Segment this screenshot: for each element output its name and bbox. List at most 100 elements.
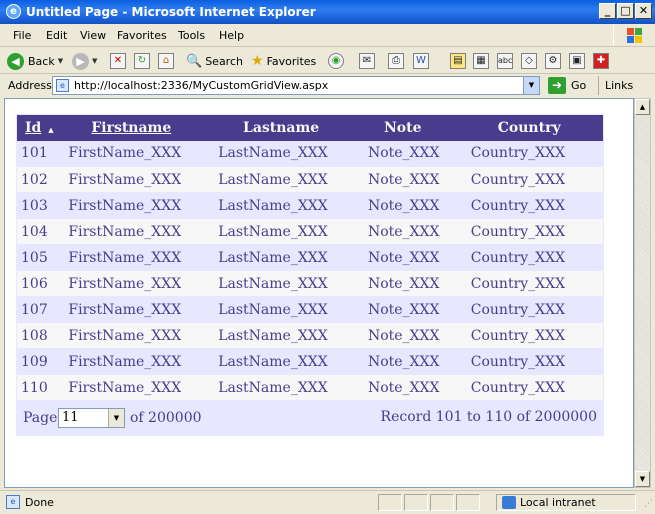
menu-tools[interactable]: Tools	[178, 29, 205, 42]
go-arrow-icon: ➜	[548, 77, 566, 94]
scroll-down-icon[interactable]: ▼	[635, 471, 650, 487]
forward-arrow-icon: ▶	[72, 52, 89, 70]
custom-grid-view: Id ▲ Firstname Lastname Note Country 101…	[16, 114, 604, 436]
cell-country: Country_XXX	[462, 140, 604, 167]
table-row[interactable]: 101 FirstName_XXX LastName_XXX Note_XXX Coun…	[16, 140, 604, 167]
home-icon[interactable]: ⌂	[158, 53, 174, 69]
refresh-icon[interactable]: ↻	[134, 53, 150, 69]
security-zone: Local intranet	[520, 496, 596, 509]
table-row[interactable]: 103 FirstName_XXX LastName_XXX Note_XXX Coun…	[16, 192, 604, 219]
search-label: Search	[205, 54, 243, 68]
maximize-button[interactable]: □	[617, 3, 634, 19]
mail-icon[interactable]: ✉	[359, 53, 375, 69]
media-icon[interactable]: ◉	[328, 53, 344, 69]
notes-icon[interactable]: ▤	[450, 53, 466, 69]
cell-firstname: FirstName_XXX	[56, 348, 207, 375]
menu-help[interactable]: Help	[219, 29, 244, 42]
word-icon[interactable]: W	[413, 53, 429, 69]
address-label: Address	[8, 79, 52, 92]
menu-favorites[interactable]: Favorites	[117, 29, 167, 42]
cell-country: Country_XXX	[462, 218, 604, 245]
cell-id: 105	[16, 244, 57, 271]
cell-note: Note_XXX	[355, 296, 463, 323]
cell-lastname: LastName_XXX	[206, 374, 356, 401]
vertical-scrollbar[interactable]: ▲ ▼	[634, 98, 651, 488]
sort-firstname-link[interactable]: Firstname	[91, 120, 171, 136]
links-button[interactable]: Links	[598, 76, 633, 95]
cell-id: 106	[16, 270, 57, 297]
toolbar: ◀ Back ▼ ▶ ▼ ✕ ↻ ⌂ 🔍 Search ★ Favorites …	[0, 48, 655, 74]
close-button[interactable]: ✕	[635, 3, 652, 19]
cell-note: Note_XXX	[355, 322, 463, 349]
status-pane	[430, 494, 454, 511]
research-icon[interactable]: ▦	[473, 53, 489, 69]
table-row[interactable]: 110 FirstName_XXX LastName_XXX Note_XXX Coun…	[16, 374, 604, 401]
ie-logo-icon: e	[6, 4, 21, 19]
status-pane	[404, 494, 428, 511]
table-row[interactable]: 108 FirstName_XXX LastName_XXX Note_XXX Coun…	[16, 322, 604, 349]
cell-firstname: FirstName_XXX	[56, 296, 207, 323]
view-source-icon[interactable]: ◇	[521, 53, 537, 69]
cell-lastname: LastName_XXX	[206, 348, 356, 375]
cell-country: Country_XXX	[462, 296, 604, 323]
cell-lastname: LastName_XXX	[206, 218, 356, 245]
table-row[interactable]: 109 FirstName_XXX LastName_XXX Note_XXX Coun…	[16, 348, 604, 375]
table-row[interactable]: 105 FirstName_XXX LastName_XXX Note_XXX Coun…	[16, 244, 604, 271]
cell-note: Note_XXX	[355, 348, 463, 375]
messenger-icon[interactable]: ✚	[593, 53, 609, 69]
cell-country: Country_XXX	[462, 192, 604, 219]
spell-check-icon[interactable]: abc	[497, 53, 513, 69]
table-row[interactable]: 107 FirstName_XXX LastName_XXX Note_XXX Coun…	[16, 296, 604, 323]
url-text[interactable]: http://localhost:2336/MyCustomGridView.a…	[74, 79, 328, 92]
cell-firstname: FirstName_XXX	[56, 374, 207, 401]
sort-id-link[interactable]: Id	[25, 120, 41, 136]
table-row[interactable]: 106 FirstName_XXX LastName_XXX Note_XXX Coun…	[16, 270, 604, 297]
address-dropdown-icon[interactable]: ▼	[523, 77, 539, 94]
page-select[interactable]: 11 ▼	[58, 408, 125, 428]
forward-button[interactable]: ▶ ▼	[72, 52, 97, 70]
menu-file[interactable]: File	[13, 29, 31, 42]
header-firstname[interactable]: Firstname	[56, 114, 207, 141]
search-button[interactable]: 🔍 Search	[186, 52, 243, 70]
status-text: Done	[25, 496, 54, 509]
sort-ascending-icon: ▲	[48, 124, 54, 134]
cell-country: Country_XXX	[462, 322, 604, 349]
resize-grip-icon[interactable]: ⋰	[644, 499, 653, 509]
favorites-label: Favorites	[266, 54, 317, 68]
cell-note: Note_XXX	[355, 140, 463, 167]
table-row[interactable]: 104 FirstName_XXX LastName_XXX Note_XXX Coun…	[16, 218, 604, 245]
back-dropdown-icon[interactable]: ▼	[58, 57, 63, 65]
cell-lastname: LastName_XXX	[206, 166, 356, 193]
pager-page-label: Page	[23, 410, 58, 426]
cell-note: Note_XXX	[355, 270, 463, 297]
stop-icon[interactable]: ✕	[110, 53, 126, 69]
header-id[interactable]: Id ▲	[16, 114, 57, 141]
menu-edit[interactable]: Edit	[46, 29, 67, 42]
cell-note: Note_XXX	[355, 192, 463, 219]
tools-icon[interactable]: ⚙	[545, 53, 561, 69]
favorites-button[interactable]: ★ Favorites	[251, 52, 316, 70]
go-button[interactable]: ➜ Go	[548, 77, 586, 94]
cell-lastname: LastName_XXX	[206, 192, 356, 219]
chevron-down-icon[interactable]: ▼	[108, 409, 124, 427]
back-button[interactable]: ◀ Back ▼	[7, 52, 63, 70]
menu-view[interactable]: View	[80, 29, 106, 42]
cell-country: Country_XXX	[462, 348, 604, 375]
address-input[interactable]: e http://localhost:2336/MyCustomGridView…	[52, 76, 540, 95]
table-row[interactable]: 102 FirstName_XXX LastName_XXX Note_XXX Coun…	[16, 166, 604, 193]
cell-id: 101	[16, 140, 57, 167]
print-icon[interactable]: ⎙	[388, 53, 404, 69]
forward-dropdown-icon[interactable]: ▼	[92, 57, 97, 65]
cell-firstname: FirstName_XXX	[56, 270, 207, 297]
search-icon: 🔍	[186, 53, 203, 69]
cell-country: Country_XXX	[462, 244, 604, 271]
cell-id: 110	[16, 374, 57, 401]
status-pane	[378, 494, 402, 511]
cell-firstname: FirstName_XXX	[56, 218, 207, 245]
scroll-up-icon[interactable]: ▲	[635, 99, 650, 115]
pager-record-info: Record 101 to 110 of 2000000	[380, 409, 597, 425]
minimize-button[interactable]: _	[599, 3, 616, 19]
window-title: Untitled Page - Microsoft Internet Explo…	[26, 5, 316, 19]
page-icon[interactable]: ▣	[569, 53, 585, 69]
cell-id: 104	[16, 218, 57, 245]
